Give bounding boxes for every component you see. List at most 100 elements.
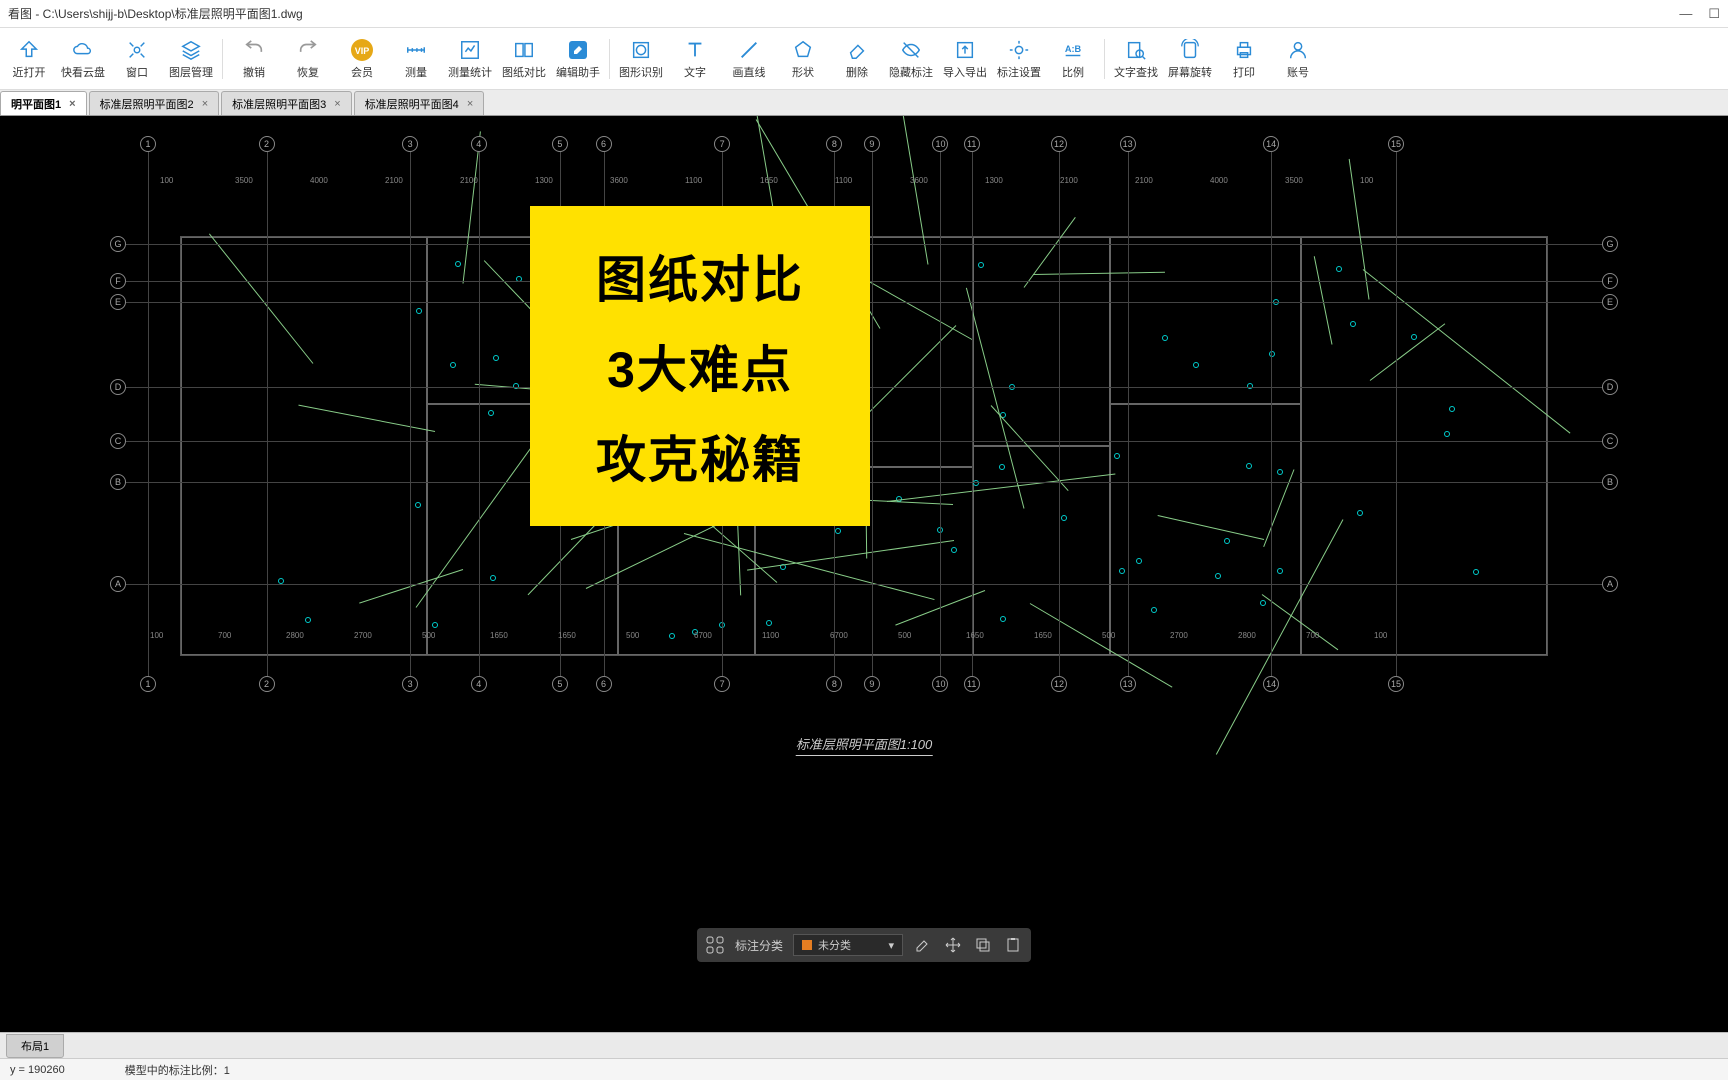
toolbar-shape-button[interactable]: 图形识别 (614, 30, 668, 88)
overlay-line-1: 图纸对比 (596, 240, 804, 312)
toolbar-rotate-button[interactable]: 屏幕旋转 (1163, 30, 1217, 88)
promo-overlay: 图纸对比 3大难点 攻克秘籍 (530, 206, 870, 526)
toolbar-text-button[interactable]: 文字 (668, 30, 722, 88)
overlay-line-3: 攻克秘籍 (596, 420, 804, 492)
coordinate-readout: y = 190260 (10, 1064, 65, 1076)
window-icon (125, 38, 149, 62)
grid-bubble-top: 2 (259, 136, 275, 152)
toolbar-label: 恢复 (297, 64, 319, 80)
dimension-text: 700 (218, 631, 231, 640)
toolbar-compare-button[interactable]: 图纸对比 (497, 30, 551, 88)
dimension-text: 1300 (535, 176, 553, 185)
document-tab[interactable]: 标准层照明平面图2× (89, 91, 220, 115)
edit-annotation-icon[interactable] (913, 935, 933, 955)
toolbar-hide-button[interactable]: 隐藏标注 (884, 30, 938, 88)
minimize-button[interactable]: — (1679, 6, 1692, 22)
edit-icon (566, 38, 590, 62)
dimension-text: 1650 (558, 631, 576, 640)
vip-icon: VIP (350, 38, 374, 62)
toolbar-open-button[interactable]: 近打开 (2, 30, 56, 88)
move-icon[interactable] (943, 935, 963, 955)
toolbar-annot-button[interactable]: 标注设置 (992, 30, 1046, 88)
dimension-text: 2700 (354, 631, 372, 640)
toolbar-label: 测量统计 (448, 64, 492, 80)
light-fixture (951, 547, 957, 553)
annotation-category-dropdown[interactable]: 未分类 ▾ (793, 934, 903, 956)
drawing-canvas[interactable]: 标准层照明平面图1:100 11223344556677889910101111… (0, 116, 1728, 1032)
light-fixture (1000, 616, 1006, 622)
toolbar-poly-button[interactable]: 形状 (776, 30, 830, 88)
copy-icon[interactable] (973, 935, 993, 955)
toolbar-ratio-button[interactable]: A:B比例 (1046, 30, 1100, 88)
grid-bubble-right: G (1602, 236, 1618, 252)
document-tab[interactable]: 标准层照明平面图3× (221, 91, 352, 115)
close-icon[interactable]: × (467, 98, 473, 110)
close-icon[interactable]: × (334, 98, 340, 110)
grid-bubble-bottom: 14 (1263, 676, 1279, 692)
close-icon[interactable]: × (69, 98, 75, 110)
toolbar-window-button[interactable]: 窗口 (110, 30, 164, 88)
annotation-category-label: 标注分类 (735, 937, 783, 954)
grid-bubble-top: 11 (964, 136, 980, 152)
stats-icon (458, 38, 482, 62)
layers-icon (179, 38, 203, 62)
toolbar-find-button[interactable]: 文字查找 (1109, 30, 1163, 88)
toolbar-vip-button[interactable]: VIP 会员 (335, 30, 389, 88)
toolbar-measure-button[interactable]: 测量 (389, 30, 443, 88)
toolbar-edit-button[interactable]: 编辑助手 (551, 30, 605, 88)
light-fixture (766, 620, 772, 626)
light-fixture (450, 362, 456, 368)
toolbar-label: 快看云盘 (61, 64, 105, 80)
toolbar-cloud-button[interactable]: 快看云盘 (56, 30, 110, 88)
toolbar-print-button[interactable]: 打印 (1217, 30, 1271, 88)
grid-bubble-top: 12 (1051, 136, 1067, 152)
overlay-line-2: 3大难点 (607, 330, 793, 402)
grid-bubble-right: E (1602, 294, 1618, 310)
layout-tab-1[interactable]: 布局1 (6, 1034, 64, 1058)
dimension-text: 1650 (1034, 631, 1052, 640)
close-icon[interactable]: × (202, 98, 208, 110)
grid-bubble-bottom: 4 (471, 676, 487, 692)
dimension-text: 3500 (1285, 176, 1303, 185)
grid-bubble-left: E (110, 294, 126, 310)
dimension-text: 700 (1306, 631, 1319, 640)
dimension-text: 100 (160, 176, 173, 185)
annot-icon (1007, 38, 1031, 62)
grid-bubble-bottom: 1 (140, 676, 156, 692)
dimension-text: 3500 (235, 176, 253, 185)
toolbar-erase-button[interactable]: 删除 (830, 30, 884, 88)
cloud-icon (71, 38, 95, 62)
toolbar-label: 图层管理 (169, 64, 213, 80)
paste-icon[interactable] (1003, 935, 1023, 955)
toolbar-stats-button[interactable]: 测量统计 (443, 30, 497, 88)
toolbar-user-button[interactable]: 账号 (1271, 30, 1325, 88)
grid-bubble-bottom: 2 (259, 676, 275, 692)
document-tab[interactable]: 明平面图1× (0, 91, 87, 115)
toolbar-label: 近打开 (13, 64, 46, 80)
toolbar-redo-button[interactable]: 恢复 (281, 30, 335, 88)
dimension-text: 1100 (762, 631, 779, 640)
toolbar-layers-button[interactable]: 图层管理 (164, 30, 218, 88)
grid-bubble-top: 10 (932, 136, 948, 152)
grid-bubble-bottom: 5 (552, 676, 568, 692)
line-icon (737, 38, 761, 62)
grid-bubble-bottom: 13 (1120, 676, 1136, 692)
toolbar-io-button[interactable]: 导入导出 (938, 30, 992, 88)
dimension-text: 1650 (966, 631, 984, 640)
dimension-text: 500 (1102, 631, 1115, 640)
toolbar-undo-button[interactable]: 撤销 (227, 30, 281, 88)
dimension-text: 1650 (490, 631, 508, 640)
toolbar-line-button[interactable]: 画直线 (722, 30, 776, 88)
grid-bubble-top: 1 (140, 136, 156, 152)
main-toolbar: 近打开快看云盘窗口图层管理撤销恢复 VIP 会员测量测量统计图纸对比编辑助手图形识别… (0, 28, 1728, 90)
toolbar-label: 会员 (351, 64, 373, 80)
dimension-text: 2100 (1135, 176, 1153, 185)
grid-bubble-right: D (1602, 379, 1618, 395)
grid-view-icon[interactable] (705, 935, 725, 955)
document-tab[interactable]: 标准层照明平面图4× (354, 91, 485, 115)
dimension-text: 3600 (610, 176, 628, 185)
dimension-text: 1100 (835, 176, 852, 185)
rotate-icon (1178, 38, 1202, 62)
maximize-button[interactable]: ☐ (1708, 6, 1720, 22)
toolbar-label: 隐藏标注 (889, 64, 933, 80)
